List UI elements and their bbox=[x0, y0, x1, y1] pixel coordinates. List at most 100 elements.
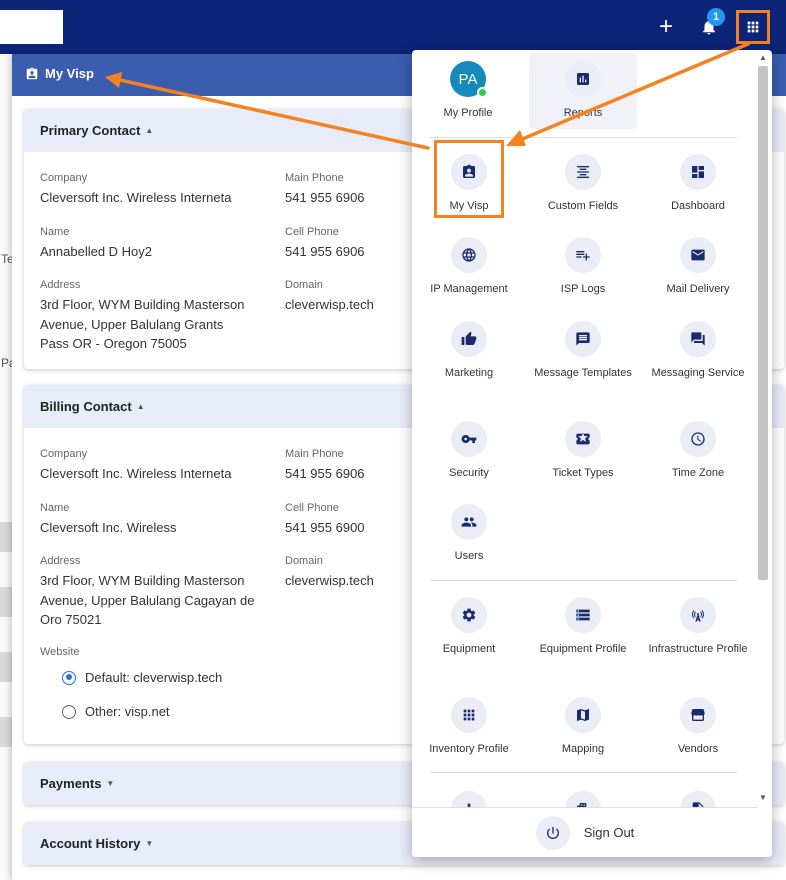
field-value: cleverwisp.tech bbox=[285, 573, 374, 588]
name-field: Name Cleversoft Inc. Wireless bbox=[40, 502, 177, 538]
domain-field: Domain cleverwisp.tech bbox=[285, 555, 374, 591]
field-label: Main Phone bbox=[285, 172, 344, 184]
menu-item-message-templates[interactable]: Message Templates bbox=[527, 321, 639, 381]
address-field: Address 3rd Floor, WYM Building Masterso… bbox=[40, 555, 254, 630]
top-navigation-bar: + 1 bbox=[0, 0, 786, 54]
address-line: 3rd Floor, WYM Building Masterson bbox=[40, 573, 245, 588]
menu-item-mail-delivery[interactable]: Mail Delivery bbox=[642, 237, 754, 297]
field-label: Company bbox=[40, 172, 88, 184]
scrollbar-thumb[interactable] bbox=[758, 66, 768, 580]
apps-grid-icon bbox=[747, 21, 759, 33]
menu-item-label: Reports bbox=[563, 107, 603, 119]
radio-label: Default: cleverwisp.tech bbox=[85, 670, 223, 685]
background-row bbox=[0, 652, 12, 682]
mail-icon bbox=[680, 237, 716, 273]
menu-item-label: Vendors bbox=[677, 743, 719, 755]
menu-item-equipment-profile[interactable]: Equipment Profile bbox=[527, 597, 639, 657]
menu-item-users[interactable]: Users bbox=[413, 504, 525, 564]
apps-grid-button[interactable] bbox=[736, 10, 770, 44]
background-row bbox=[0, 587, 12, 617]
field-label: Domain bbox=[285, 279, 323, 291]
menu-item-my-profile[interactable]: PA My Profile bbox=[412, 61, 524, 121]
menu-item-label: Security bbox=[449, 467, 489, 479]
notification-badge: 1 bbox=[707, 8, 725, 26]
background-row bbox=[0, 522, 12, 552]
primary-contact-title: Primary Contact bbox=[40, 123, 141, 138]
radio-unselected-icon[interactable] bbox=[62, 704, 76, 719]
menu-item-infrastructure-profile[interactable]: Infrastructure Profile bbox=[642, 597, 754, 657]
menu-item-label: Equipment bbox=[442, 643, 496, 655]
add-icon[interactable]: + bbox=[654, 15, 678, 39]
store-icon bbox=[680, 697, 716, 733]
scroll-down-arrow-icon[interactable]: ▼ bbox=[758, 793, 768, 802]
ticket-icon bbox=[565, 421, 601, 457]
address-line: Pass OR - Oregon 75005 bbox=[40, 336, 187, 351]
globe-icon bbox=[451, 237, 487, 273]
main-phone-field: Main Phone 541 955 6906 bbox=[285, 448, 365, 484]
menu-item-security[interactable]: Security bbox=[413, 421, 525, 481]
menu-item-label: Ticket Types bbox=[552, 467, 614, 479]
sign-out-label: Sign Out bbox=[583, 825, 635, 840]
menu-item-label: Inventory Profile bbox=[429, 743, 509, 755]
radio-label: Other: visp.net bbox=[85, 704, 170, 719]
address-line: Oro 75021 bbox=[40, 612, 102, 627]
clock-icon bbox=[680, 421, 716, 457]
power-icon bbox=[535, 815, 570, 850]
menu-divider bbox=[430, 580, 737, 581]
field-value: Cleversoft Inc. Wireless bbox=[40, 520, 177, 535]
website-default-radio[interactable]: Default: cleverwisp.tech bbox=[62, 670, 222, 685]
address-line: Avenue, Upper Balulang Grants bbox=[40, 316, 224, 332]
menu-item-label: IP Management bbox=[430, 283, 508, 295]
menu-item-label: Users bbox=[454, 550, 484, 562]
caret-down-icon: ▼ bbox=[145, 839, 154, 848]
menu-item-mapping[interactable]: Mapping bbox=[527, 697, 639, 757]
people-icon bbox=[451, 504, 487, 540]
field-label: Cell Phone bbox=[285, 502, 339, 514]
menu-item-ticket-types[interactable]: Ticket Types bbox=[527, 421, 639, 481]
menu-item-label: ISP Logs bbox=[560, 283, 606, 295]
menu-item-vendors[interactable]: Vendors bbox=[642, 697, 754, 757]
menu-item-label: My Profile bbox=[443, 107, 493, 119]
thumb-up-icon bbox=[451, 321, 487, 357]
avatar-initials: PA bbox=[458, 70, 478, 88]
message-icon bbox=[565, 321, 601, 357]
badge-icon bbox=[26, 67, 38, 79]
align-center-icon bbox=[565, 154, 601, 190]
radio-selected-icon[interactable] bbox=[62, 670, 76, 685]
menu-item-inventory-profile[interactable]: Inventory Profile bbox=[413, 697, 525, 757]
logo[interactable] bbox=[0, 10, 63, 44]
menu-item-label: Messaging Service bbox=[651, 367, 745, 379]
domain-field: Domain cleverwisp.tech bbox=[285, 279, 374, 315]
website-other-radio[interactable]: Other: visp.net bbox=[62, 704, 170, 719]
menu-item-reports[interactable]: Reports bbox=[527, 61, 639, 121]
main-phone-field: Main Phone 541 955 6906 bbox=[285, 172, 365, 208]
settings-icon bbox=[451, 597, 487, 633]
sign-out-button[interactable]: Sign Out bbox=[412, 807, 758, 857]
name-field: Name Annabelled D Hoy2 bbox=[40, 226, 152, 262]
menu-item-label: Message Templates bbox=[534, 367, 632, 379]
field-value: 541 955 6906 bbox=[285, 244, 365, 259]
scroll-up-arrow-icon[interactable]: ▲ bbox=[758, 53, 768, 62]
storage-icon bbox=[565, 597, 601, 633]
menu-item-custom-fields[interactable]: Custom Fields bbox=[527, 154, 639, 214]
menu-item-messaging-service[interactable]: Messaging Service bbox=[642, 321, 754, 381]
menu-item-label: Infrastructure Profile bbox=[648, 643, 748, 655]
highlight-box bbox=[434, 140, 504, 218]
menu-divider bbox=[430, 137, 737, 138]
menu-item-isp-logs[interactable]: ISP Logs bbox=[527, 237, 639, 297]
field-value: 541 955 6906 bbox=[285, 190, 365, 205]
menu-item-ip-management[interactable]: IP Management bbox=[413, 237, 525, 297]
caret-up-icon: ▲ bbox=[136, 402, 145, 411]
menu-item-equipment[interactable]: Equipment bbox=[413, 597, 525, 657]
menu-divider bbox=[430, 772, 737, 773]
forum-icon bbox=[680, 321, 716, 357]
menu-item-label: Mail Delivery bbox=[666, 283, 730, 295]
menu-item-time-zone[interactable]: Time Zone bbox=[642, 421, 754, 481]
menu-item-dashboard[interactable]: Dashboard bbox=[642, 154, 754, 214]
menu-item-marketing[interactable]: Marketing bbox=[413, 321, 525, 381]
menu-item-label: Equipment Profile bbox=[539, 643, 627, 655]
menu-item-label: Time Zone bbox=[671, 467, 725, 479]
cell-phone-field: Cell Phone 541 955 6906 bbox=[285, 226, 365, 262]
company-field: Company Cleversoft Inc. Wireless Interne… bbox=[40, 448, 231, 484]
menu-item-label: Dashboard bbox=[671, 200, 725, 212]
